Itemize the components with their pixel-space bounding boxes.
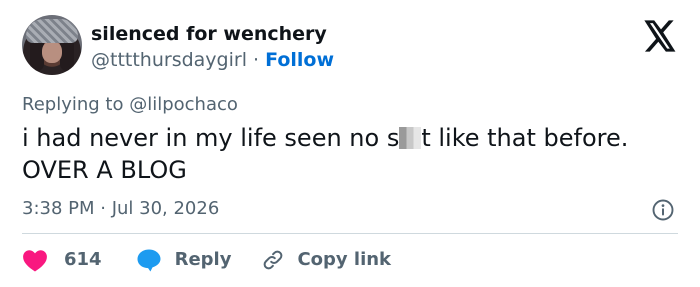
author-handle-row: @tttthursdaygirl · Follow xyxy=(91,48,334,72)
copy-link-label: Copy link xyxy=(297,249,392,270)
info-icon[interactable] xyxy=(651,198,675,222)
action-bar: 614 Reply Copy link xyxy=(22,246,391,274)
like-button[interactable]: 614 xyxy=(22,248,102,272)
follow-button[interactable]: Follow xyxy=(265,49,334,71)
censor-blur xyxy=(399,127,422,149)
tweet-timestamp[interactable]: 3:38 PM · Jul 30, 2026 xyxy=(22,197,219,221)
heart-icon xyxy=(23,250,47,272)
divider xyxy=(22,233,678,234)
tweet-text-part-2: t like that before. xyxy=(421,124,629,152)
tweet-text-line-1: i had never in my life seen no s t like t… xyxy=(22,122,682,154)
tweet-text: i had never in my life seen no s t like t… xyxy=(22,122,682,186)
author-display-name[interactable]: silenced for wenchery xyxy=(91,22,327,46)
author-handle[interactable]: @tttthursdaygirl xyxy=(91,49,247,71)
handle-separator: · xyxy=(246,49,266,71)
like-count: 614 xyxy=(64,249,102,270)
reply-label: Reply xyxy=(174,249,232,270)
avatar[interactable] xyxy=(22,15,82,75)
tweet-text-line-2: OVER A BLOG xyxy=(22,156,187,184)
reply-button[interactable]: Reply xyxy=(136,248,232,272)
avatar-face xyxy=(42,41,62,63)
x-logo-icon[interactable] xyxy=(643,20,677,52)
replying-to: Replying to @lilpochaco xyxy=(22,94,238,115)
avatar-hat xyxy=(26,19,78,43)
tweet-text-part-1: i had never in my life seen no s xyxy=(22,124,400,152)
reply-bubble-icon xyxy=(137,249,161,272)
link-icon xyxy=(264,250,283,270)
copy-link-button[interactable]: Copy link xyxy=(261,248,391,272)
